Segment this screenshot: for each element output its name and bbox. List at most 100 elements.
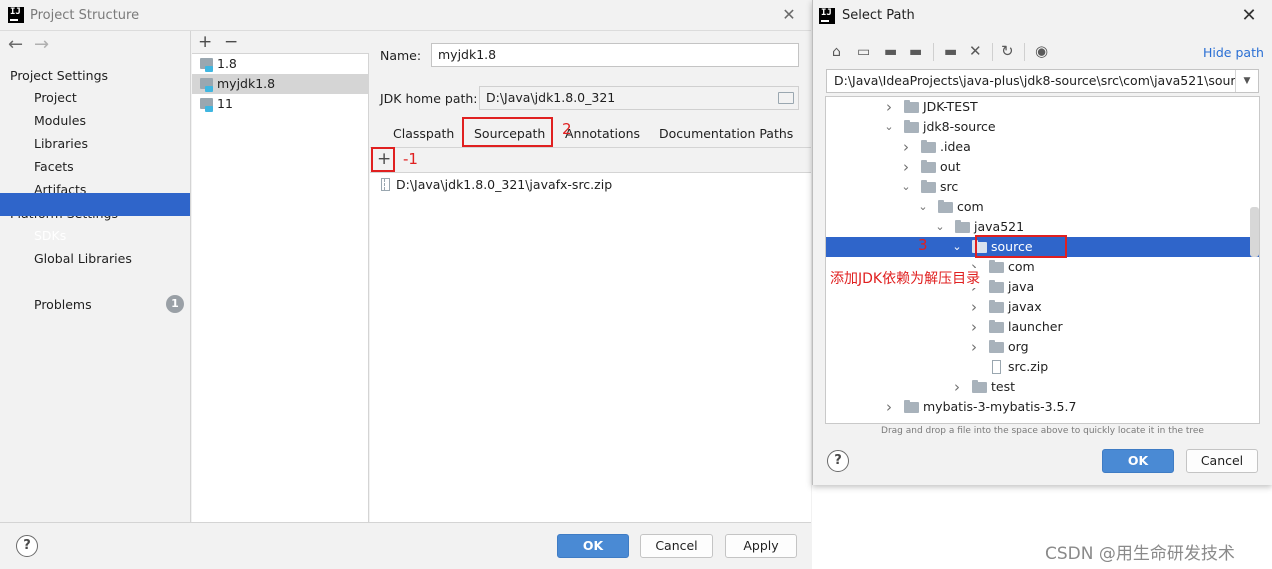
- folder-icon: [989, 260, 1004, 273]
- chevron-right-icon[interactable]: ›: [968, 297, 980, 317]
- add-sdk-icon[interactable]: +: [198, 34, 212, 51]
- chevron-right-icon[interactable]: ›: [900, 137, 912, 157]
- chevron-right-icon[interactable]: ›: [883, 97, 895, 117]
- cancel-button[interactable]: Cancel: [640, 534, 713, 558]
- back-arrow-icon[interactable]: ←: [8, 36, 23, 54]
- nav-item-global-libraries[interactable]: Global Libraries: [34, 251, 132, 266]
- tree-row-label: com: [1008, 259, 1035, 274]
- sourcepath-entry[interactable]: D:\Java\jdk1.8.0_321\javafx-src.zip: [396, 177, 612, 192]
- tree-row-label: test: [991, 379, 1016, 394]
- nav-item-project[interactable]: Project: [34, 90, 77, 105]
- chevron-right-icon[interactable]: ›: [883, 397, 895, 417]
- forward-arrow-icon[interactable]: →: [34, 36, 49, 54]
- close-icon[interactable]: ✕: [781, 5, 797, 25]
- chevron-down-icon[interactable]: ⌄: [900, 177, 912, 197]
- jdk-folder-icon: [200, 78, 213, 92]
- tree-row[interactable]: › javax: [826, 297, 1259, 317]
- chevron-down-icon[interactable]: ⌄: [934, 217, 946, 237]
- hide-path-link[interactable]: Hide path: [1203, 45, 1264, 60]
- tab-classpath[interactable]: Classpath: [393, 126, 454, 146]
- tree-row[interactable]: › JDK-TEST: [826, 97, 1259, 117]
- tree-row[interactable]: › test: [826, 377, 1259, 397]
- module-folder-icon[interactable]: ▬: [909, 45, 922, 59]
- tree-row[interactable]: ⌄ com: [826, 197, 1259, 217]
- tree-row[interactable]: ⌄ src: [826, 177, 1259, 197]
- annotation-note: 添加JDK依赖为解压目录: [830, 268, 981, 288]
- dialog-title: Select Path: [842, 8, 915, 23]
- nav-item-libraries[interactable]: Libraries: [34, 136, 88, 151]
- help-icon[interactable]: ?: [827, 450, 849, 472]
- jdk-folder-icon: [200, 58, 213, 72]
- nav-item-facets[interactable]: Facets: [34, 159, 74, 174]
- chevron-down-icon[interactable]: ⌄: [951, 237, 963, 257]
- zip-archive-icon: [381, 178, 390, 191]
- chevron-down-icon[interactable]: ▼: [1235, 70, 1258, 92]
- ok-button[interactable]: OK: [557, 534, 629, 558]
- tree-row-label: java521: [974, 219, 1025, 234]
- nav-item-sdks[interactable]: SDKs: [34, 228, 66, 243]
- watermark: CSDN @用生命研发技术: [1045, 544, 1235, 564]
- zip-archive-icon: [992, 360, 1001, 374]
- jdk-home-path-field[interactable]: D:\Java\jdk1.8.0_321: [479, 86, 799, 110]
- folder-icon: [972, 380, 987, 393]
- tree-scrollbar[interactable]: [1250, 207, 1259, 257]
- tab-documentation-paths[interactable]: Documentation Paths: [659, 126, 793, 146]
- name-label: Name:: [380, 48, 422, 63]
- chevron-down-icon[interactable]: ⌄: [917, 197, 929, 217]
- close-icon[interactable]: ✕: [1240, 5, 1258, 26]
- sdk-item-label: myjdk1.8: [217, 76, 276, 91]
- nav-item-problems[interactable]: Problems: [34, 297, 92, 312]
- annotation-step-1-number: 1: [408, 150, 418, 168]
- sdk-item-myjdk1-8[interactable]: myjdk1.8: [192, 74, 369, 94]
- tree-row[interactable]: › launcher: [826, 317, 1259, 337]
- tree-row-label: out: [940, 159, 961, 174]
- tree-row[interactable]: › mybatis-3-mybatis-3.5.7: [826, 397, 1259, 417]
- folder-icon: [921, 160, 936, 173]
- jdk-folder-icon: [200, 98, 213, 112]
- help-icon[interactable]: ?: [16, 535, 38, 557]
- toolbar-separator: [933, 43, 934, 61]
- remove-sdk-icon[interactable]: −: [224, 34, 238, 51]
- select-ok-button[interactable]: OK: [1102, 449, 1174, 473]
- tree-row[interactable]: ⌄ jdk8-source: [826, 117, 1259, 137]
- path-input[interactable]: D:\Java\IdeaProjects\java-plus\jdk8-sour…: [826, 69, 1259, 93]
- tree-row-label: .idea: [940, 139, 971, 154]
- apply-button[interactable]: Apply: [725, 534, 797, 558]
- tree-row[interactable]: › .idea: [826, 137, 1259, 157]
- sdk-item-11[interactable]: 11: [192, 94, 369, 114]
- refresh-icon[interactable]: ↻: [1001, 44, 1014, 59]
- sdk-item-1-8[interactable]: 1.8: [192, 54, 369, 74]
- show-hidden-icon[interactable]: ◉: [1035, 44, 1048, 59]
- home-icon[interactable]: ⌂: [832, 45, 841, 59]
- sdk-item-label: 11: [217, 96, 233, 111]
- tree-row[interactable]: › out: [826, 157, 1259, 177]
- project-folder-icon[interactable]: ▬: [884, 45, 897, 59]
- name-input[interactable]: myjdk1.8: [431, 43, 799, 67]
- toolbar-separator: [1024, 43, 1025, 61]
- delete-icon[interactable]: ✕: [969, 44, 982, 59]
- tree-row-label: java: [1008, 279, 1035, 294]
- chevron-right-icon[interactable]: ›: [968, 337, 980, 357]
- annotation-step-1: -1: [403, 150, 418, 168]
- desktop-icon[interactable]: ▭: [857, 45, 870, 59]
- tree-row[interactable]: ⌄ java521: [826, 217, 1259, 237]
- annotation-box-add: [371, 147, 395, 172]
- sourcepath-list: [370, 173, 811, 522]
- tree-row-label: javax: [1008, 299, 1042, 314]
- new-folder-icon[interactable]: ▬: [944, 45, 957, 59]
- chevron-down-icon[interactable]: ⌄: [883, 117, 895, 137]
- folder-icon: [989, 320, 1004, 333]
- file-tree[interactable]: › JDK-TEST ⌄ jdk8-source › .idea › out ⌄ src ⌄ com ⌄…: [825, 96, 1260, 424]
- chevron-right-icon[interactable]: ›: [951, 377, 963, 397]
- chevron-right-icon[interactable]: ›: [900, 157, 912, 177]
- select-cancel-button[interactable]: Cancel: [1186, 449, 1258, 473]
- tree-row[interactable]: › org: [826, 337, 1259, 357]
- tab-annotations[interactable]: Annotations: [565, 126, 640, 146]
- nav-item-modules[interactable]: Modules: [34, 113, 86, 128]
- chevron-right-icon[interactable]: ›: [968, 317, 980, 337]
- tree-row-label: launcher: [1008, 319, 1063, 334]
- project-settings-header: Project Settings: [10, 68, 109, 83]
- tree-row[interactable]: src.zip: [826, 357, 1259, 377]
- browse-folder-icon[interactable]: [778, 92, 794, 104]
- tree-row-label: src: [940, 179, 959, 194]
